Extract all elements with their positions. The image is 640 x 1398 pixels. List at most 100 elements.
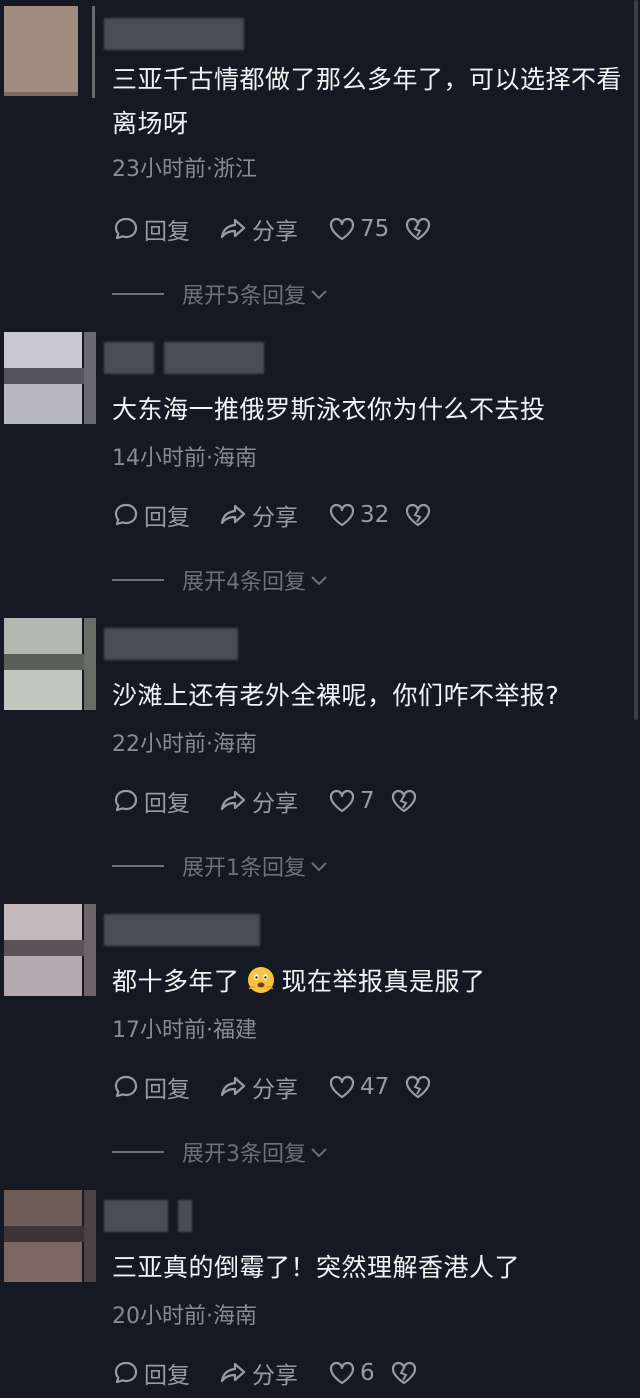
scared-face-emoji bbox=[247, 967, 274, 993]
comment-text: 沙滩上还有老外全裸呢，你们咋不举报? bbox=[112, 681, 560, 710]
username-blurred[interactable] bbox=[104, 342, 264, 374]
comment-bubble-icon bbox=[114, 789, 138, 812]
avatar[interactable] bbox=[4, 1190, 96, 1282]
action-bar: 回复 分享 32 bbox=[112, 495, 432, 535]
comment-list-page: 三亚千古情都做了那么多年了，可以选择不看离场呀 23小时前·浙江 回复 分享 7… bbox=[0, 0, 640, 1398]
expand-replies-button[interactable]: 展开4条回复 bbox=[112, 564, 328, 596]
heart-icon bbox=[329, 217, 355, 241]
chevron-down-icon bbox=[311, 576, 327, 586]
like-count: 75 bbox=[360, 216, 390, 242]
broken-heart-icon bbox=[391, 1361, 417, 1385]
avatar-edge bbox=[84, 332, 96, 424]
like-count: 7 bbox=[360, 788, 375, 814]
username-blurred[interactable] bbox=[104, 18, 244, 50]
expand-label: 展开4条回复 bbox=[182, 570, 306, 595]
share-arrow-icon bbox=[220, 218, 246, 239]
reply-button[interactable]: 回复 bbox=[112, 1070, 218, 1104]
username-blurred[interactable] bbox=[104, 914, 260, 946]
comment-meta: 20小时前·海南 bbox=[112, 1304, 257, 1329]
avatar-block bbox=[4, 670, 82, 710]
share-label: 分享 bbox=[252, 1077, 298, 1103]
heart-icon bbox=[329, 789, 355, 813]
broken-heart-icon bbox=[405, 217, 431, 241]
dislike-button[interactable] bbox=[390, 787, 418, 815]
dislike-button[interactable] bbox=[404, 501, 432, 529]
comment-item: 都十多年了 现在举报真是服了 17小时前·福建 回复 分享 47 展开3条回复 bbox=[0, 904, 634, 1190]
avatar[interactable] bbox=[4, 904, 96, 996]
expand-replies-button[interactable]: 展开1条回复 bbox=[112, 850, 328, 882]
share-button[interactable]: 分享 bbox=[218, 784, 328, 818]
action-bar: 回复 分享 6 bbox=[112, 1353, 418, 1393]
share-arrow-icon bbox=[220, 1076, 246, 1097]
comment-bubble-icon bbox=[114, 1361, 138, 1384]
comment-bubble-icon bbox=[114, 1075, 138, 1098]
like-count: 32 bbox=[360, 502, 390, 528]
action-bar: 回复 分享 75 bbox=[112, 209, 432, 249]
comment-text-part: 都十多年了 bbox=[112, 967, 240, 996]
avatar-block bbox=[4, 6, 78, 92]
avatar-block bbox=[4, 956, 82, 996]
like-button[interactable]: 47 bbox=[328, 1073, 404, 1101]
share-button[interactable]: 分享 bbox=[218, 212, 328, 246]
expand-replies-button[interactable]: 展开3条回复 bbox=[112, 1136, 328, 1168]
share-button[interactable]: 分享 bbox=[218, 498, 328, 532]
divider-line bbox=[112, 1151, 164, 1153]
reply-label: 回复 bbox=[144, 1363, 190, 1389]
share-arrow-icon bbox=[220, 790, 246, 811]
like-count: 6 bbox=[360, 1360, 375, 1386]
dislike-button[interactable] bbox=[390, 1359, 418, 1387]
dislike-button[interactable] bbox=[404, 215, 432, 243]
expand-replies-button[interactable]: 展开5条回复 bbox=[112, 278, 328, 310]
broken-heart-icon bbox=[405, 1075, 431, 1099]
avatar[interactable] bbox=[4, 332, 96, 424]
broken-heart-icon bbox=[405, 503, 431, 527]
share-button[interactable]: 分享 bbox=[218, 1070, 328, 1104]
comment-text-part: 现在举报真是服了 bbox=[281, 967, 486, 996]
share-arrow-icon bbox=[220, 504, 246, 525]
like-count: 47 bbox=[360, 1074, 390, 1100]
share-label: 分享 bbox=[252, 505, 298, 531]
avatar-block bbox=[4, 904, 82, 940]
reply-button[interactable]: 回复 bbox=[112, 212, 218, 246]
avatar-block bbox=[4, 618, 82, 654]
reply-button[interactable]: 回复 bbox=[112, 1356, 218, 1390]
chevron-down-icon bbox=[311, 862, 327, 872]
comment-meta: 17小时前·福建 bbox=[112, 1018, 257, 1043]
like-button[interactable]: 75 bbox=[328, 215, 404, 243]
blur-block bbox=[164, 342, 264, 374]
comment-item: 三亚真的倒霉了！突然理解香港人了 20小时前·海南 回复 分享 6 bbox=[0, 1190, 634, 1398]
reply-button[interactable]: 回复 bbox=[112, 784, 218, 818]
avatar-block bbox=[4, 1190, 82, 1226]
like-button[interactable]: 7 bbox=[328, 787, 390, 815]
share-button[interactable]: 分享 bbox=[218, 1356, 328, 1390]
action-bar: 回复 分享 47 bbox=[112, 1067, 432, 1107]
blur-block bbox=[178, 1200, 192, 1232]
avatar-block bbox=[4, 1242, 82, 1282]
avatar[interactable] bbox=[4, 618, 96, 710]
comment-bubble-icon bbox=[114, 217, 138, 240]
dislike-button[interactable] bbox=[404, 1073, 432, 1101]
avatar-block bbox=[4, 332, 82, 368]
avatar[interactable] bbox=[4, 6, 96, 98]
reply-label: 回复 bbox=[144, 791, 190, 817]
blur-block bbox=[104, 914, 260, 946]
avatar-edge bbox=[84, 1190, 96, 1282]
share-arrow-icon bbox=[220, 1362, 246, 1383]
scrollbar[interactable] bbox=[634, 0, 638, 720]
username-blurred[interactable] bbox=[104, 628, 238, 660]
comment-meta: 23小时前·浙江 bbox=[112, 157, 257, 182]
reply-button[interactable]: 回复 bbox=[112, 498, 218, 532]
comment-item: 三亚千古情都做了那么多年了，可以选择不看离场呀 23小时前·浙江 回复 分享 7… bbox=[0, 6, 634, 309]
avatar-block bbox=[4, 1226, 96, 1242]
avatar-block bbox=[4, 368, 96, 384]
comment-text: 三亚真的倒霉了！突然理解香港人了 bbox=[112, 1253, 521, 1282]
broken-heart-icon bbox=[391, 789, 417, 813]
avatar-block bbox=[4, 654, 96, 670]
like-button[interactable]: 6 bbox=[328, 1359, 390, 1387]
expand-label: 展开3条回复 bbox=[182, 1142, 306, 1167]
avatar-edge bbox=[92, 6, 95, 98]
like-button[interactable]: 32 bbox=[328, 501, 404, 529]
share-label: 分享 bbox=[252, 791, 298, 817]
username-blurred[interactable] bbox=[104, 1200, 192, 1232]
heart-icon bbox=[329, 1361, 355, 1385]
